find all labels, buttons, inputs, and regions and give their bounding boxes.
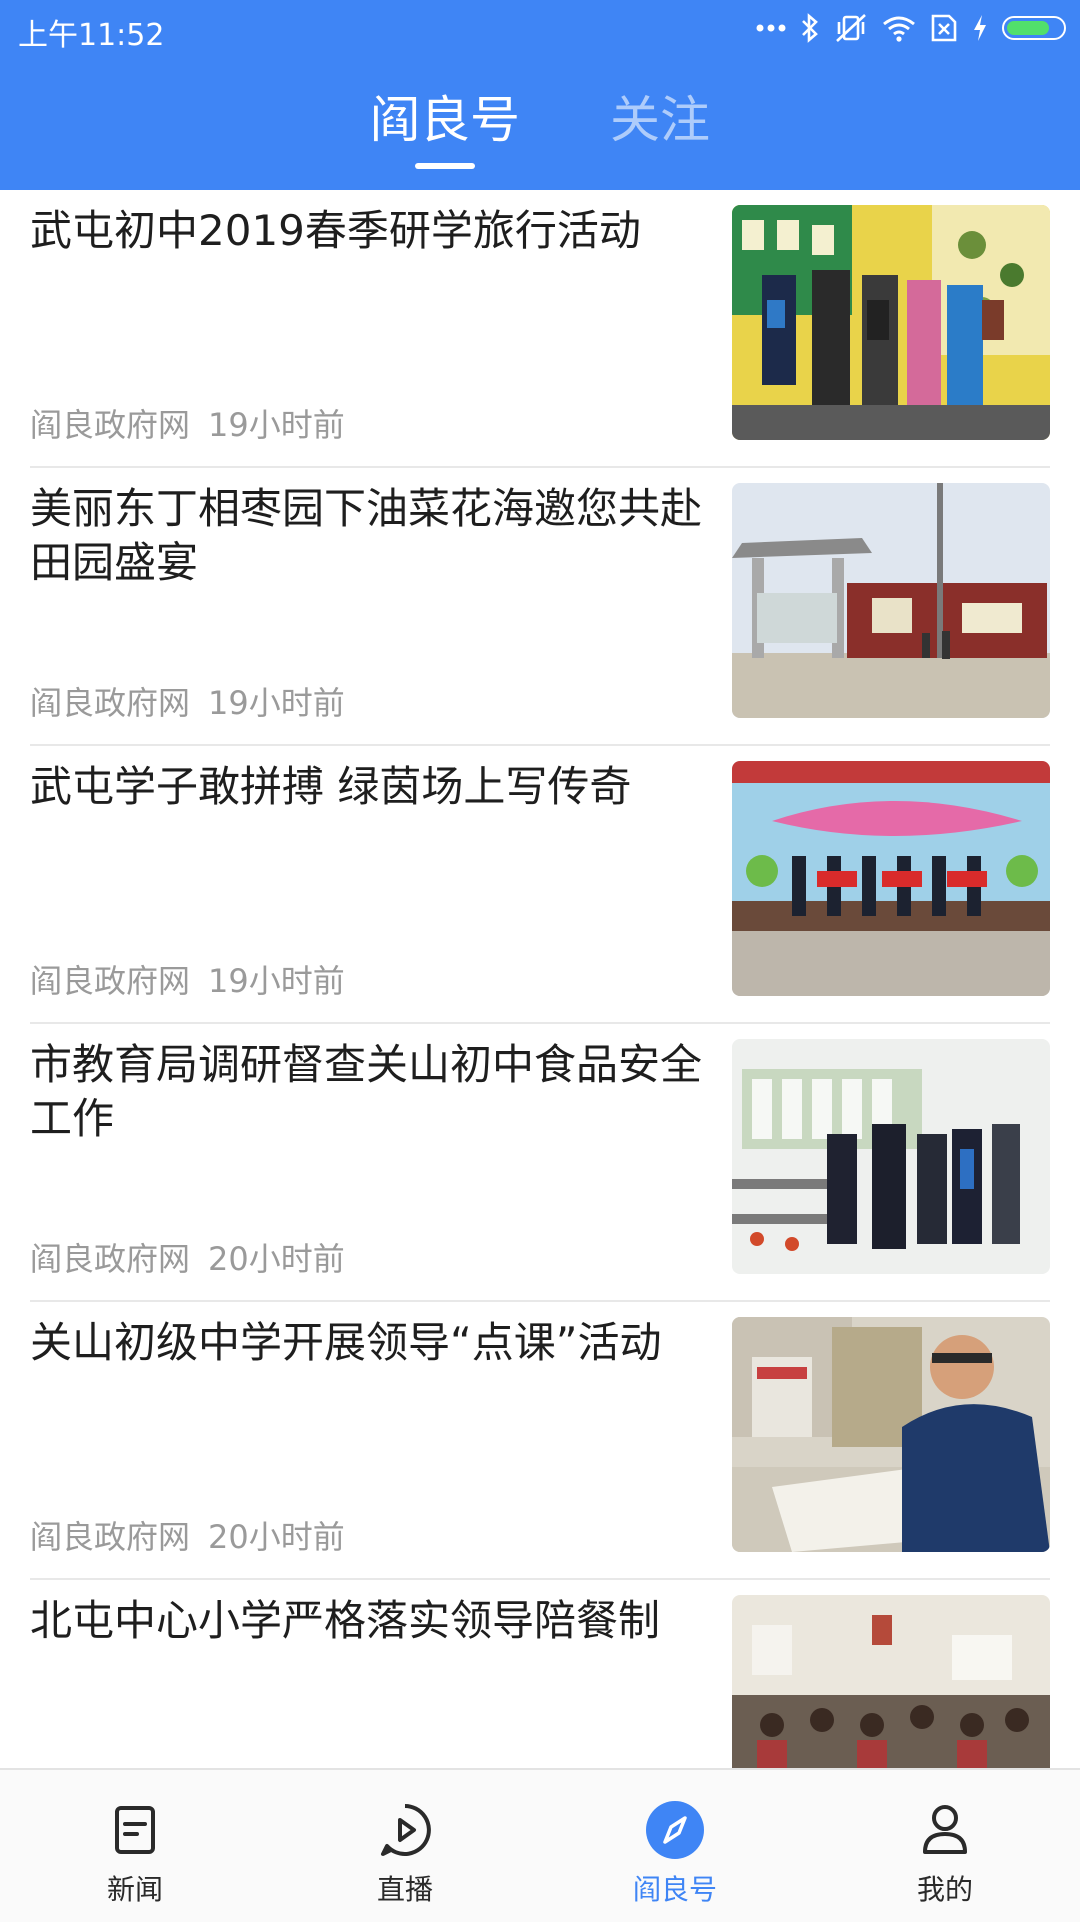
status-icons <box>756 10 1066 46</box>
bluetooth-icon <box>802 13 818 43</box>
article-thumbnail <box>732 1039 1050 1274</box>
article-time: 19小时前 <box>208 406 345 444</box>
app-header: 上午11:52 阎良号 关注 <box>0 0 1080 190</box>
nav-news[interactable]: 新闻 <box>0 1770 270 1922</box>
tab-follow[interactable]: 关注 <box>610 90 710 150</box>
article-time: 19小时前 <box>208 684 345 722</box>
status-bar: 上午11:52 <box>0 0 1080 56</box>
article-item[interactable]: 武屯学子敢拼搏 绿茵场上写传奇 阎良政府网 19小时前 <box>0 746 1080 1024</box>
nav-profile[interactable]: 我的 <box>810 1770 1080 1922</box>
article-meta: 阎良政府网 19小时前 <box>30 956 345 1002</box>
teacher-reviewing-papers-image <box>732 1317 1050 1552</box>
article-meta: 阎良政府网 20小时前 <box>30 1234 345 1280</box>
article-item[interactable]: 美丽东丁相枣园下油菜花海邀您共赴田园盛宴 阎良政府网 19小时前 <box>0 468 1080 746</box>
tab-yanlianghao[interactable]: 阎良号 <box>370 90 520 169</box>
tab-indicator <box>415 163 475 169</box>
article-item[interactable]: 武屯初中2019春季研学旅行活动 阎良政府网 19小时前 <box>0 190 1080 468</box>
tab-label: 关注 <box>610 91 710 149</box>
vibrate-off-icon <box>836 14 866 42</box>
profile-icon <box>923 1805 967 1854</box>
top-tabs: 阎良号 关注 <box>0 90 1080 169</box>
article-feed[interactable]: 武屯初中2019春季研学旅行活动 阎良政府网 19小时前 美丽东丁相枣园下油菜花海… <box>0 190 1080 1768</box>
article-source: 阎良政府网 <box>30 406 191 444</box>
school-dining-hall-image <box>732 1595 1050 1768</box>
article-source: 阎良政府网 <box>30 962 191 1000</box>
article-thumbnail <box>732 205 1050 440</box>
article-title: 美丽东丁相枣园下油菜花海邀您共赴田园盛宴 <box>30 484 703 587</box>
article-item[interactable]: 北屯中心小学严格落实领导陪餐制 <box>0 1580 1080 1768</box>
article-thumbnail <box>732 1317 1050 1552</box>
news-icon <box>115 1806 155 1854</box>
article-source: 阎良政府网 <box>30 1240 191 1278</box>
article-meta: 阎良政府网 19小时前 <box>30 400 345 446</box>
bottom-navigation: 新闻 直播 阎良号 我的 <box>0 1768 1080 1922</box>
battery-icon <box>1002 16 1066 40</box>
nav-yanlianghao[interactable]: 阎良号 <box>540 1770 810 1922</box>
nav-label: 阎良号 <box>632 1873 717 1906</box>
article-item[interactable]: 关山初级中学开展领导“点课”活动 阎良政府网 20小时前 <box>0 1302 1080 1580</box>
charging-icon <box>974 15 986 41</box>
article-title: 北屯中心小学严格落实领导陪餐制 <box>30 1596 661 1645</box>
tab-label: 阎良号 <box>370 91 520 149</box>
article-source: 阎良政府网 <box>30 1518 191 1556</box>
article-title: 市教育局调研督查关山初中食品安全工作 <box>30 1040 703 1143</box>
article-thumbnail <box>732 1595 1050 1768</box>
article-title: 武屯初中2019春季研学旅行活动 <box>30 206 641 255</box>
article-title: 关山初级中学开展领导“点课”活动 <box>30 1318 662 1367</box>
compass-icon <box>646 1801 704 1859</box>
article-time: 20小时前 <box>208 1518 345 1556</box>
article-meta: 阎良政府网 19小时前 <box>30 678 345 724</box>
nav-label: 直播 <box>376 1873 433 1906</box>
play-icon <box>381 1804 431 1856</box>
article-thumbnail <box>732 761 1050 996</box>
article-meta: 阎良政府网 20小时前 <box>30 1512 345 1558</box>
nav-label: 我的 <box>916 1873 973 1906</box>
award-ceremony-image <box>732 761 1050 996</box>
nav-live[interactable]: 直播 <box>270 1770 540 1922</box>
article-item[interactable]: 市教育局调研督查关山初中食品安全工作 阎良政府网 20小时前 <box>0 1024 1080 1302</box>
nav-label: 新闻 <box>106 1873 163 1906</box>
wifi-icon <box>883 16 915 42</box>
status-time: 上午11:52 <box>18 18 165 53</box>
article-time: 20小时前 <box>208 1240 345 1278</box>
village-gate-image <box>732 483 1050 718</box>
article-time: 19小时前 <box>208 962 345 1000</box>
article-title: 武屯学子敢拼搏 绿茵场上写传奇 <box>30 762 632 811</box>
sim-x-icon <box>931 14 957 42</box>
article-thumbnail <box>732 483 1050 718</box>
students-viewing-exhibits-image <box>732 205 1050 440</box>
article-source: 阎良政府网 <box>30 684 191 722</box>
cafeteria-inspection-image <box>732 1039 1050 1274</box>
more-dots-icon <box>756 24 786 32</box>
